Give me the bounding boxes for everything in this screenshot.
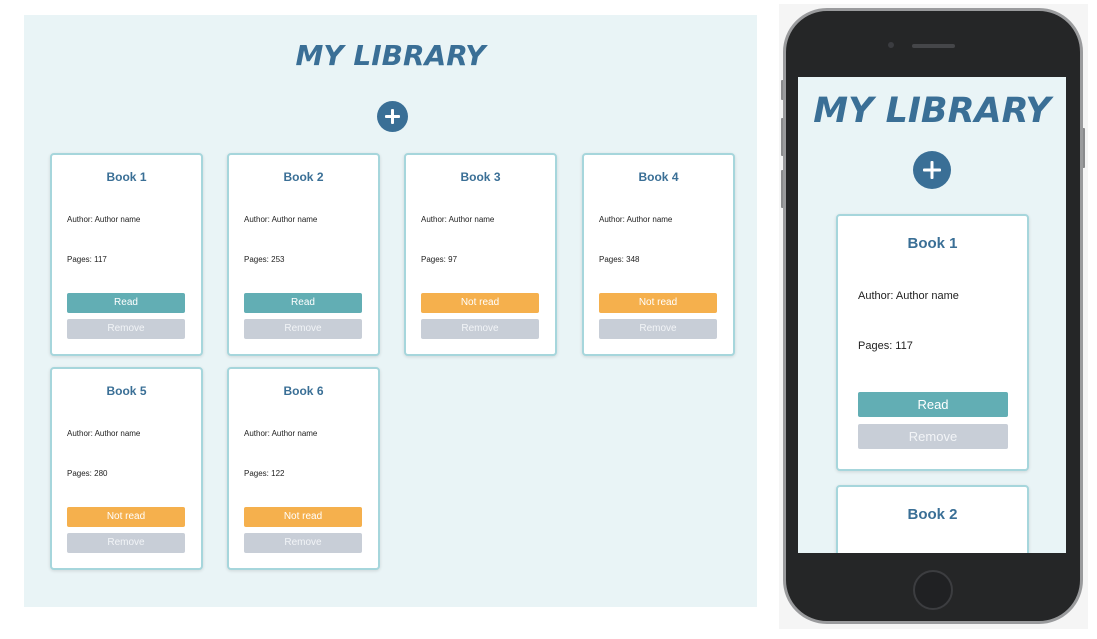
book-title: Book 3 [460, 170, 501, 184]
remove-button[interactable]: Remove [67, 319, 185, 339]
book-card: Book 5 Author: Author name Pages: 280 No… [50, 367, 203, 570]
book-author: Author: Author name [244, 429, 318, 438]
book-pages: Pages: 117 [67, 255, 107, 264]
remove-button[interactable]: Remove [599, 319, 717, 339]
book-author: Author: Author name [244, 215, 318, 224]
book-title: Book 2 [283, 170, 324, 184]
book-card: Book 3 Author: Author name Pages: 97 Not… [404, 153, 557, 356]
book-pages: Pages: 253 [244, 255, 285, 264]
plus-icon [923, 161, 941, 179]
remove-button[interactable]: Remove [858, 424, 1008, 449]
book-title: Book 2 [907, 506, 958, 523]
book-title: Book 6 [283, 384, 324, 398]
book-author: Author: Author name [421, 215, 495, 224]
remove-button[interactable]: Remove [244, 533, 362, 553]
remove-button[interactable]: Remove [67, 533, 185, 553]
book-pages: Pages: 122 [244, 469, 285, 478]
book-pages: Pages: 280 [67, 469, 108, 478]
remove-button[interactable]: Remove [421, 319, 539, 339]
book-title: Book 1 [106, 170, 147, 184]
camera-icon [888, 42, 894, 48]
book-card: Book 2 [836, 485, 1029, 553]
read-status-button[interactable]: Read [858, 392, 1008, 417]
book-pages: Pages: 117 [858, 340, 913, 352]
book-pages: Pages: 348 [599, 255, 640, 264]
book-author: Author: Author name [67, 215, 141, 224]
book-author: Author: Author name [67, 429, 141, 438]
book-author: Author: Author name [858, 290, 959, 302]
add-book-button[interactable] [913, 151, 951, 189]
phone-frame: MY LIBRARY Book 1 Author: Author name Pa… [783, 8, 1083, 624]
home-button[interactable] [913, 570, 953, 610]
read-status-button[interactable]: Read [67, 293, 185, 313]
desktop-library-view: MY LIBRARY Book 1 Author: Author name Pa… [24, 15, 757, 607]
book-title: Book 1 [907, 235, 958, 252]
read-status-button[interactable]: Not read [421, 293, 539, 313]
book-card: Book 6 Author: Author name Pages: 122 No… [227, 367, 380, 570]
mobile-library-view: MY LIBRARY Book 1 Author: Author name Pa… [798, 77, 1066, 553]
book-title: Book 5 [106, 384, 147, 398]
read-status-button[interactable]: Not read [67, 507, 185, 527]
read-status-button[interactable]: Not read [599, 293, 717, 313]
add-book-button[interactable] [377, 101, 408, 132]
remove-button[interactable]: Remove [244, 319, 362, 339]
page-title: MY LIBRARY [295, 39, 486, 72]
book-author: Author: Author name [599, 215, 673, 224]
read-status-button[interactable]: Not read [244, 507, 362, 527]
speaker-grille [912, 44, 955, 48]
book-card: Book 1 Author: Author name Pages: 117 Re… [836, 214, 1029, 471]
page-title: MY LIBRARY [813, 91, 1051, 131]
book-card: Book 1 Author: Author name Pages: 117 Re… [50, 153, 203, 356]
plus-icon [385, 109, 400, 124]
book-pages: Pages: 97 [421, 255, 458, 264]
book-card: Book 2 Author: Author name Pages: 253 Re… [227, 153, 380, 356]
book-title: Book 4 [638, 170, 679, 184]
read-status-button[interactable]: Read [244, 293, 362, 313]
book-card: Book 4 Author: Author name Pages: 348 No… [582, 153, 735, 356]
